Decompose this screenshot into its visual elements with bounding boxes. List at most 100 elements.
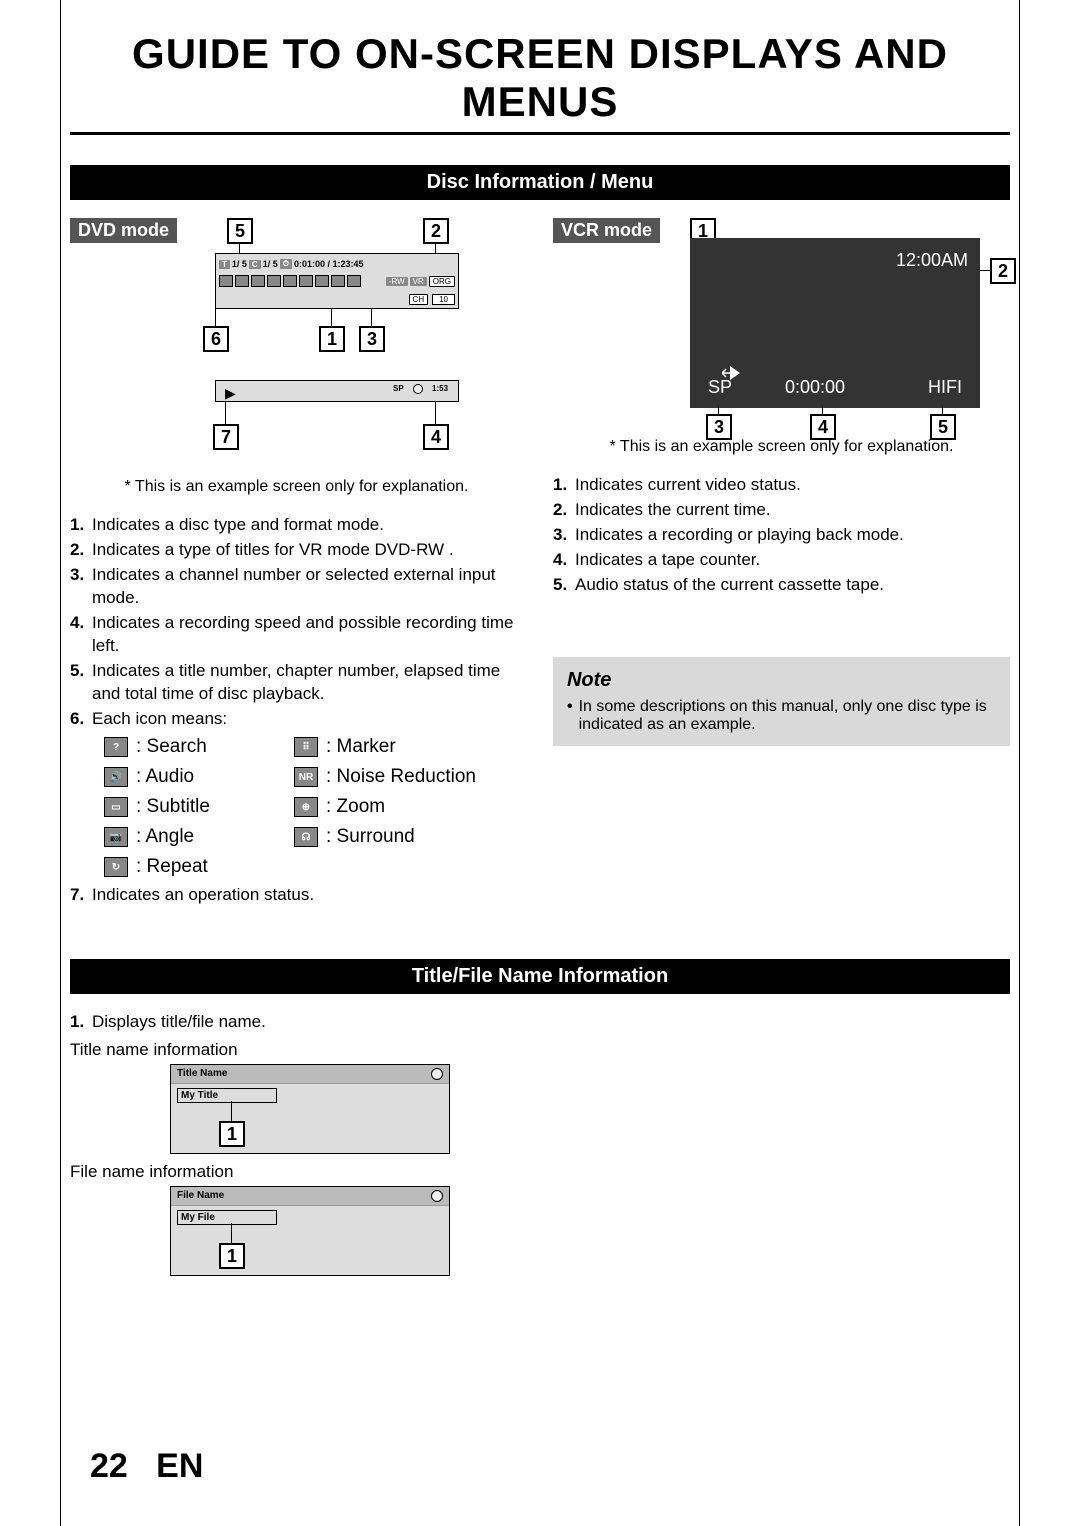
callout-6: 6: [203, 326, 229, 352]
search-icon: [219, 275, 233, 287]
legend-surround: : Surround: [326, 826, 415, 848]
dvd-mode-label: DVD mode: [70, 218, 177, 243]
vcr-hifi: HIFI: [928, 377, 962, 398]
callout-1: 1: [319, 326, 345, 352]
vcr-mode-label: VCR mode: [553, 218, 660, 243]
section-disc-info: Disc Information / Menu: [70, 165, 1010, 200]
angle-icon: [267, 275, 281, 287]
callout-2: 2: [423, 218, 449, 244]
page-title: GUIDE TO ON-SCREEN DISPLAYS AND MENUS: [70, 30, 1010, 135]
vcr-footnote: * This is an example screen only for exp…: [553, 438, 1010, 456]
legend-surround-icon: ☊: [294, 827, 318, 847]
file-callout-1: 1: [219, 1243, 245, 1269]
dvd-footnote: * This is an example screen only for exp…: [70, 478, 523, 496]
title-info-panel: Title Name My Title 1: [170, 1064, 450, 1154]
icon-legend: ?: Search ⠿: Marker 🔊: Audio NR: Noise R…: [104, 736, 523, 878]
vcr-callout-2: 2: [990, 258, 1016, 284]
zoom-icon: [331, 275, 345, 287]
vcr-diagram: 1 12:00AM SP 0:00:00 HIFI 2 3 4 5: [690, 218, 1010, 428]
legend-angle: : Angle: [136, 826, 194, 848]
title-hdr: Title Name: [177, 1068, 227, 1080]
legend-marker: : Marker: [326, 736, 396, 758]
vcr-callout-5: 5: [930, 414, 956, 440]
dvd-sp: SP: [393, 384, 404, 393]
vcr-callout-4: 4: [810, 414, 836, 440]
file-value: My File: [177, 1210, 277, 1225]
dvd-item-5: Indicates a title number, chapter number…: [92, 660, 523, 706]
vcr-item-2: Indicates the current time.: [575, 499, 1010, 522]
page-lang: EN: [156, 1447, 203, 1485]
c-icon: C: [249, 260, 261, 269]
dvd-rectime: 1:53: [432, 384, 448, 393]
legend-subtitle-icon: ▭: [104, 797, 128, 817]
note-text: In some descriptions on this manual, onl…: [579, 698, 996, 734]
legend-audio: : Audio: [136, 766, 194, 788]
dvd-list: 1.Indicates a disc type and format mode.…: [70, 514, 523, 730]
t-value: 1/ 5: [232, 259, 247, 269]
audio-icon: [235, 275, 249, 287]
vcr-counter: 0:00:00: [785, 377, 845, 398]
rw-badge: -RW: [386, 277, 408, 286]
vcr-time: 12:00AM: [896, 250, 968, 271]
callout-4: 4: [423, 424, 449, 450]
dvd-item-1: Indicates a disc type and format mode.: [92, 514, 523, 537]
vr-badge: VR: [410, 277, 427, 286]
marker-icon: [299, 275, 313, 287]
surround-icon: [347, 275, 361, 287]
callout-5: 5: [227, 218, 253, 244]
page-number: 22: [90, 1447, 128, 1485]
title-info-label: Title name information: [70, 1040, 1010, 1060]
repeat-icon: [283, 275, 297, 287]
title-callout-1: 1: [219, 1121, 245, 1147]
vcr-column: VCR mode 1 12:00AM SP 0:00:00 HIFI 2 3 4…: [553, 218, 1010, 909]
file-info-panel: File Name My File 1: [170, 1186, 450, 1276]
time-value: 0:01:00 / 1:23:45: [294, 259, 364, 269]
disc-icon: [431, 1068, 443, 1080]
vcr-sp: SP: [708, 377, 732, 398]
dvd-diagram: 5 2 T 1/ 5 C 1/ 5 ⏱ 0:01:00 / 1:23:45: [197, 218, 477, 468]
ch-value: 10: [432, 294, 455, 305]
dvd-item-6: Each icon means:: [92, 708, 523, 731]
dvd-item-3: Indicates a channel number or selected e…: [92, 564, 523, 610]
disc-icon: [431, 1190, 443, 1202]
dvd-item-7: Indicates an operation status.: [92, 884, 523, 907]
title-file-area: 1.Displays title/file name. Title name i…: [70, 1012, 1010, 1276]
title-value: My Title: [177, 1088, 277, 1103]
org-badge: ORG: [429, 276, 455, 287]
vcr-osd-box: 12:00AM SP 0:00:00 HIFI: [690, 238, 980, 408]
dvd-column: DVD mode 5 2 T 1/ 5 C 1/ 5 ⏱ 0:01:00 / 1…: [70, 218, 523, 909]
vcr-item-4: Indicates a tape counter.: [575, 549, 1010, 572]
section-title-file: Title/File Name Information: [70, 959, 1010, 994]
vcr-item-5: Audio status of the current cassette tap…: [575, 574, 1010, 597]
dvd-item-4: Indicates a recording speed and possible…: [92, 612, 523, 658]
tf-item-1: Displays title/file name.: [92, 1012, 1010, 1032]
vcr-item-3: Indicates a recording or playing back mo…: [575, 524, 1010, 547]
callout-3: 3: [359, 326, 385, 352]
disc-icon: [413, 384, 423, 394]
vcr-item-1: Indicates current video status.: [575, 474, 1010, 497]
file-info-label: File name information: [70, 1162, 1010, 1182]
t-icon: T: [219, 260, 230, 269]
legend-zoom: : Zoom: [326, 796, 385, 818]
nr-icon: [315, 275, 329, 287]
legend-nr: : Noise Reduction: [326, 766, 476, 788]
file-hdr: File Name: [177, 1190, 224, 1202]
ch-label: CH: [409, 294, 429, 305]
note-heading: Note: [567, 669, 996, 692]
legend-repeat-icon: ↻: [104, 857, 128, 877]
dvd-item-2: Indicates a type of titles for VR mode D…: [92, 539, 523, 562]
legend-nr-icon: NR: [294, 767, 318, 787]
c-value: 1/ 5: [263, 259, 278, 269]
legend-search-icon: ?: [104, 737, 128, 757]
legend-search: : Search: [136, 736, 207, 758]
dvd-osd-box: T 1/ 5 C 1/ 5 ⏱ 0:01:00 / 1:23:45: [215, 253, 459, 309]
callout-7: 7: [213, 424, 239, 450]
subtitle-icon: [251, 275, 265, 287]
play-icon: ▶: [225, 385, 236, 402]
note-box: Note •In some descriptions on this manua…: [553, 657, 1010, 746]
legend-subtitle: : Subtitle: [136, 796, 210, 818]
legend-marker-icon: ⠿: [294, 737, 318, 757]
page-footer: 22 EN: [90, 1447, 203, 1486]
legend-angle-icon: 📷: [104, 827, 128, 847]
legend-zoom-icon: ⊕: [294, 797, 318, 817]
